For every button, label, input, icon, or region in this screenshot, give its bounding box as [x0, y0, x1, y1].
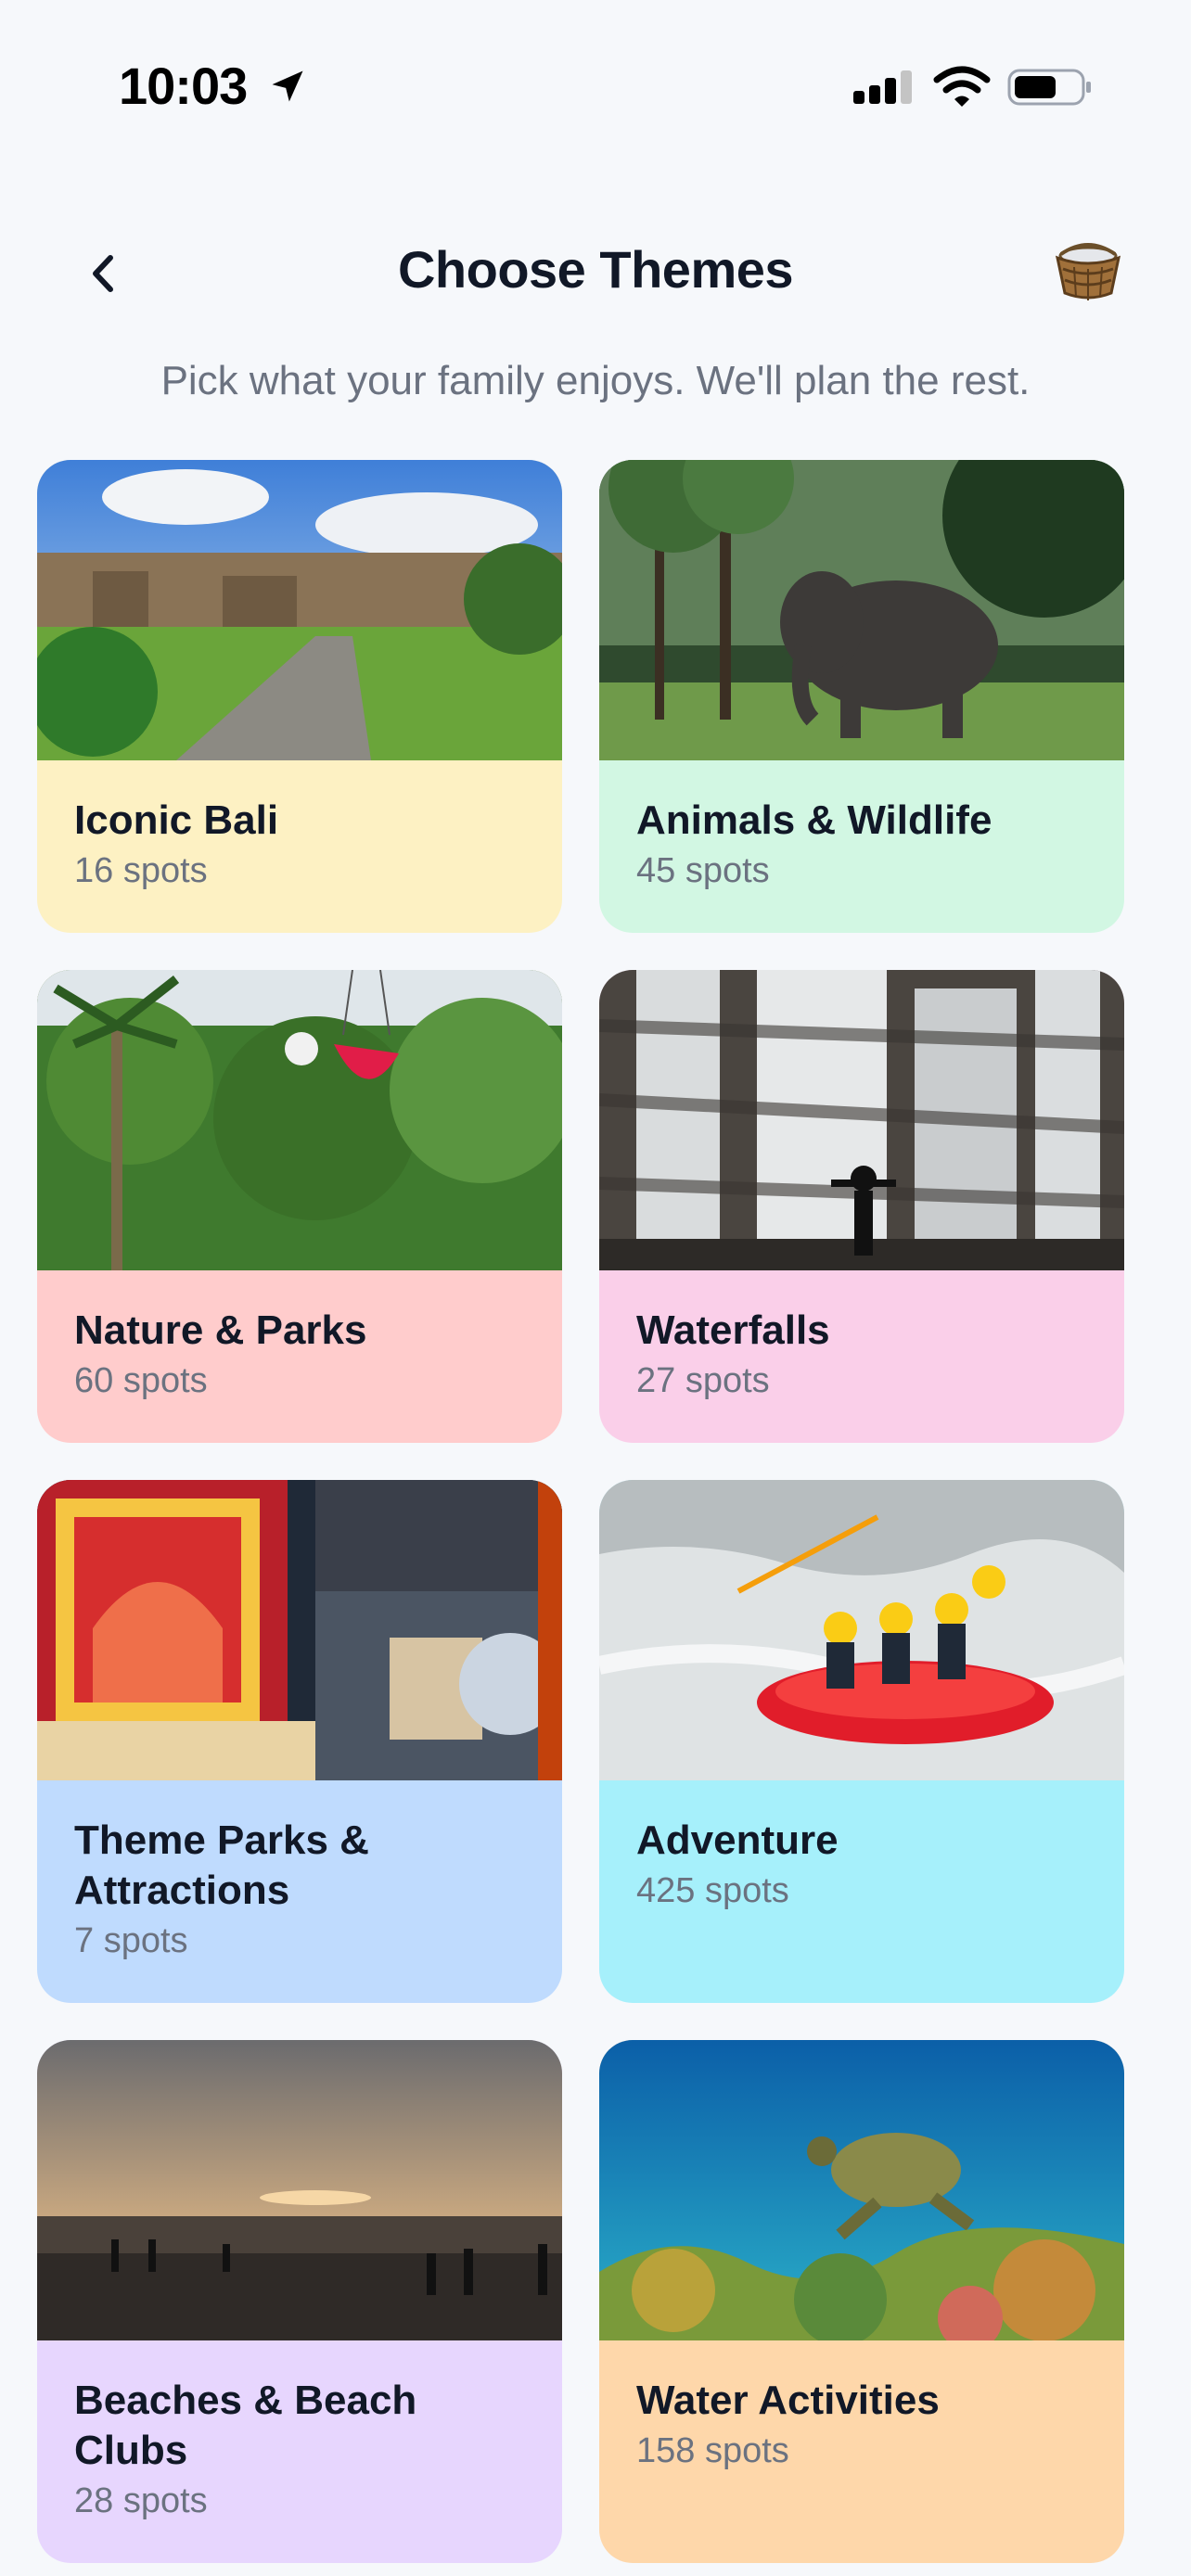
status-time: 10:03 [119, 57, 248, 115]
location-arrow-icon [272, 70, 303, 102]
theme-title: Nature & Parks [74, 1307, 367, 1353]
theme-title: Animals & Wildlife [636, 797, 992, 843]
theme-image-nature-parks [37, 970, 562, 1270]
theme-count: 45 spots [636, 851, 770, 890]
theme-image-beaches [37, 2040, 562, 2340]
battery-icon [1007, 69, 1091, 106]
theme-count: 27 spots [636, 1361, 770, 1400]
theme-count: 158 spots [636, 2431, 789, 2470]
theme-card-water-activities[interactable]: Water Activities 158 spots [599, 2040, 1124, 2563]
theme-card-theme-parks[interactable]: Theme Parks & Attractions 7 spots [37, 1480, 562, 2003]
status-bar: 10:03 [0, 0, 1191, 176]
theme-image-iconic-bali [37, 460, 562, 760]
theme-count: 28 spots [74, 2481, 208, 2520]
wifi-icon [933, 66, 991, 107]
theme-title: Theme Parks & Attractions [74, 1817, 369, 1913]
top-nav: Choose Themes [0, 213, 1191, 325]
page-subtitle: Pick what your family enjoys. We'll plan… [160, 358, 1031, 403]
theme-title: Beaches & Beach Clubs [74, 2378, 417, 2473]
theme-count: 425 spots [636, 1871, 789, 1910]
theme-card-nature-parks[interactable]: Nature & Parks 60 spots [37, 970, 562, 1443]
cellular-signal-icon [853, 70, 912, 104]
theme-image-animals-wildlife [599, 460, 1124, 760]
theme-image-adventure [599, 1480, 1124, 1780]
themes-grid: Iconic Bali 16 spots Animals & Wildlife … [37, 460, 1124, 2563]
theme-count: 16 spots [74, 851, 208, 890]
theme-card-adventure[interactable]: Adventure 425 spots [599, 1480, 1124, 2003]
theme-card-iconic-bali[interactable]: Iconic Bali 16 spots [37, 460, 562, 933]
theme-image-theme-parks [37, 1480, 562, 1780]
basket-icon [1055, 243, 1121, 300]
page-title: Choose Themes [397, 240, 794, 299]
theme-title: Adventure [636, 1817, 839, 1863]
theme-image-waterfalls [599, 970, 1124, 1270]
theme-title: Waterfalls [636, 1307, 830, 1353]
theme-title: Iconic Bali [74, 797, 279, 843]
theme-card-animals-wildlife[interactable]: Animals & Wildlife 45 spots [599, 460, 1124, 933]
theme-image-water-activities [599, 2040, 1124, 2340]
theme-title: Water Activities [636, 2378, 940, 2423]
basket-button[interactable] [1048, 226, 1128, 306]
theme-count: 60 spots [74, 1361, 208, 1400]
theme-count: 7 spots [74, 1921, 188, 1960]
theme-card-waterfalls[interactable]: Waterfalls 27 spots [599, 970, 1124, 1443]
theme-card-beaches[interactable]: Beaches & Beach Clubs 28 spots [37, 2040, 562, 2563]
